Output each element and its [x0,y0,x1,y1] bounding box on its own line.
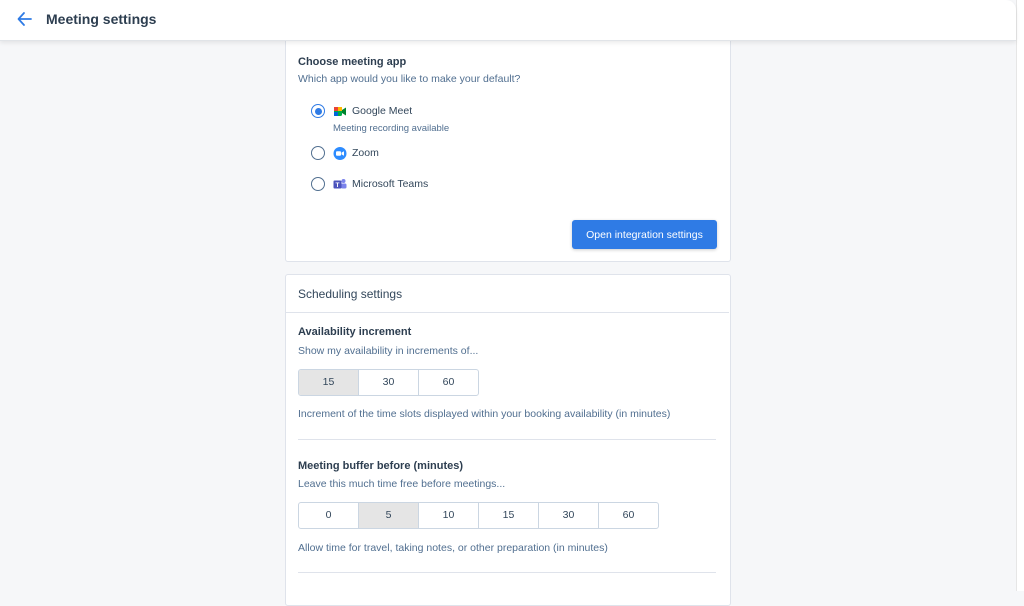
zoom-icon [333,147,347,160]
google-meet-label: Google Meet [352,105,413,117]
svg-text:T: T [336,182,340,189]
buffer-before-subtitle: Leave this much time free before meeting… [298,478,506,490]
section-divider [298,572,716,573]
availability-option-15[interactable]: 15 [299,370,359,395]
microsoft-teams-icon: T [333,179,347,189]
radio-zoom[interactable] [311,146,325,160]
buffer-option-60[interactable]: 60 [599,503,658,528]
right-panel-edge [1016,0,1024,591]
buffer-option-30[interactable]: 30 [539,503,599,528]
meeting-app-title: Choose meeting app [298,56,407,68]
buffer-option-10[interactable]: 10 [419,503,479,528]
section-divider [298,439,716,440]
scheduling-settings-title: Scheduling settings [298,287,403,301]
scheduling-settings-card [285,274,731,606]
buffer-option-5[interactable]: 5 [359,503,419,528]
microsoft-teams-label: Microsoft Teams [352,178,429,190]
radio-google-meet[interactable] [311,104,325,118]
arrow-left-icon[interactable] [15,9,35,29]
buffer-before-hint: Allow time for travel, taking notes, or … [298,542,608,554]
availability-option-30[interactable]: 30 [359,370,419,395]
availability-increment-title: Availability increment [298,326,412,338]
meeting-app-subtitle: Which app would you like to make your de… [298,73,521,85]
availability-increment-subtitle: Show my availability in increments of... [298,345,479,357]
page-title: Meeting settings [46,11,157,27]
buffer-before-selector: 0 5 10 15 30 60 [298,502,659,529]
google-meet-note: Meeting recording available [333,123,450,134]
zoom-label: Zoom [352,147,379,159]
buffer-option-0[interactable]: 0 [299,503,359,528]
radio-microsoft-teams[interactable] [311,177,325,191]
availability-increment-hint: Increment of the time slots displayed wi… [298,408,671,420]
availability-increment-selector: 15 30 60 [298,369,479,396]
top-bar: Meeting settings [0,0,1016,41]
google-meet-icon [334,107,346,116]
buffer-before-title: Meeting buffer before (minutes) [298,460,464,472]
availability-option-60[interactable]: 60 [419,370,478,395]
open-integration-settings-button[interactable]: Open integration settings [572,220,717,249]
buffer-option-15[interactable]: 15 [479,503,539,528]
